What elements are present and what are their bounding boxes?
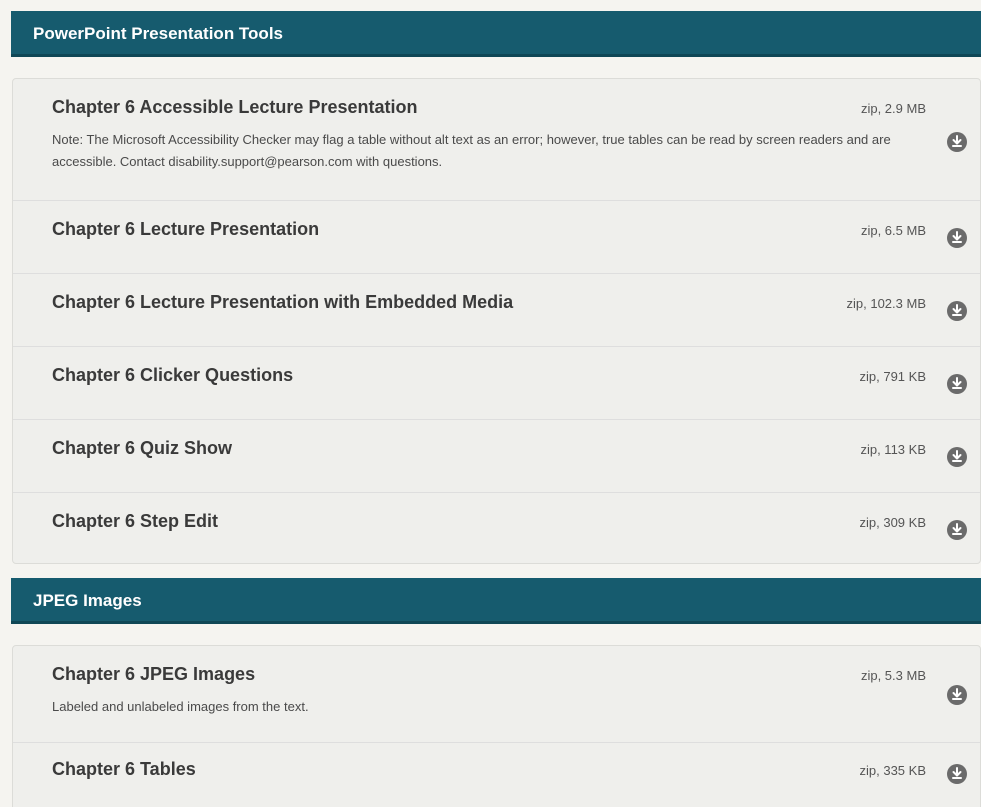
resource-title[interactable]: Chapter 6 Lecture Presentation with Embe… <box>52 292 513 313</box>
resource-note: Labeled and unlabeled images from the te… <box>52 699 309 714</box>
download-icon[interactable] <box>946 373 968 395</box>
download-icon[interactable] <box>946 227 968 249</box>
resource-row[interactable]: Chapter 6 Clicker Questions zip, 791 KB <box>13 347 980 420</box>
resource-size: zip, 5.3 MB <box>860 668 926 683</box>
resource-title[interactable]: Chapter 6 Lecture Presentation <box>52 219 319 240</box>
page: PowerPoint Presentation Tools Chapter 6 … <box>0 0 981 807</box>
section-title: JPEG Images <box>33 591 142 610</box>
section-title: PowerPoint Presentation Tools <box>33 24 283 43</box>
download-icon[interactable] <box>946 131 968 153</box>
section-header-jpeg: JPEG Images <box>11 578 981 624</box>
resource-title[interactable]: Chapter 6 Tables <box>52 759 196 780</box>
resource-size: zip, 309 KB <box>859 515 927 530</box>
resource-row[interactable]: Chapter 6 Quiz Show zip, 113 KB <box>13 420 980 493</box>
resource-title[interactable]: Chapter 6 Clicker Questions <box>52 365 293 386</box>
resource-row[interactable]: Chapter 6 JPEG Images zip, 5.3 MB Labele… <box>13 646 980 743</box>
resource-list-powerpoint: Chapter 6 Accessible Lecture Presentatio… <box>12 78 981 564</box>
download-icon[interactable] <box>946 519 968 541</box>
resource-note: Note: The Microsoft Accessibility Checke… <box>52 132 891 169</box>
resource-title[interactable]: Chapter 6 Step Edit <box>52 511 218 532</box>
resource-row[interactable]: Chapter 6 Lecture Presentation with Embe… <box>13 274 980 347</box>
resource-size: zip, 102.3 MB <box>846 296 927 311</box>
resource-size: zip, 2.9 MB <box>860 101 926 116</box>
resource-row[interactable]: Chapter 6 Tables zip, 335 KB <box>13 743 980 807</box>
resource-row[interactable]: Chapter 6 Step Edit zip, 309 KB <box>13 493 980 565</box>
resource-size: zip, 113 KB <box>860 442 926 457</box>
resource-row[interactable]: Chapter 6 Lecture Presentation zip, 6.5 … <box>13 201 980 274</box>
resource-title[interactable]: Chapter 6 Quiz Show <box>52 438 232 459</box>
download-icon[interactable] <box>946 763 968 785</box>
section-header-powerpoint: PowerPoint Presentation Tools <box>11 11 981 57</box>
download-icon[interactable] <box>946 684 968 706</box>
resource-row[interactable]: Chapter 6 Accessible Lecture Presentatio… <box>13 79 980 201</box>
resource-title[interactable]: Chapter 6 Accessible Lecture Presentatio… <box>52 97 417 118</box>
download-icon[interactable] <box>946 446 968 468</box>
resource-size: zip, 335 KB <box>859 763 927 778</box>
resource-list-jpeg: Chapter 6 JPEG Images zip, 5.3 MB Labele… <box>12 645 981 807</box>
download-icon[interactable] <box>946 300 968 322</box>
resource-size: zip, 791 KB <box>859 369 927 384</box>
resource-size: zip, 6.5 MB <box>860 223 926 238</box>
resource-title[interactable]: Chapter 6 JPEG Images <box>52 664 255 685</box>
